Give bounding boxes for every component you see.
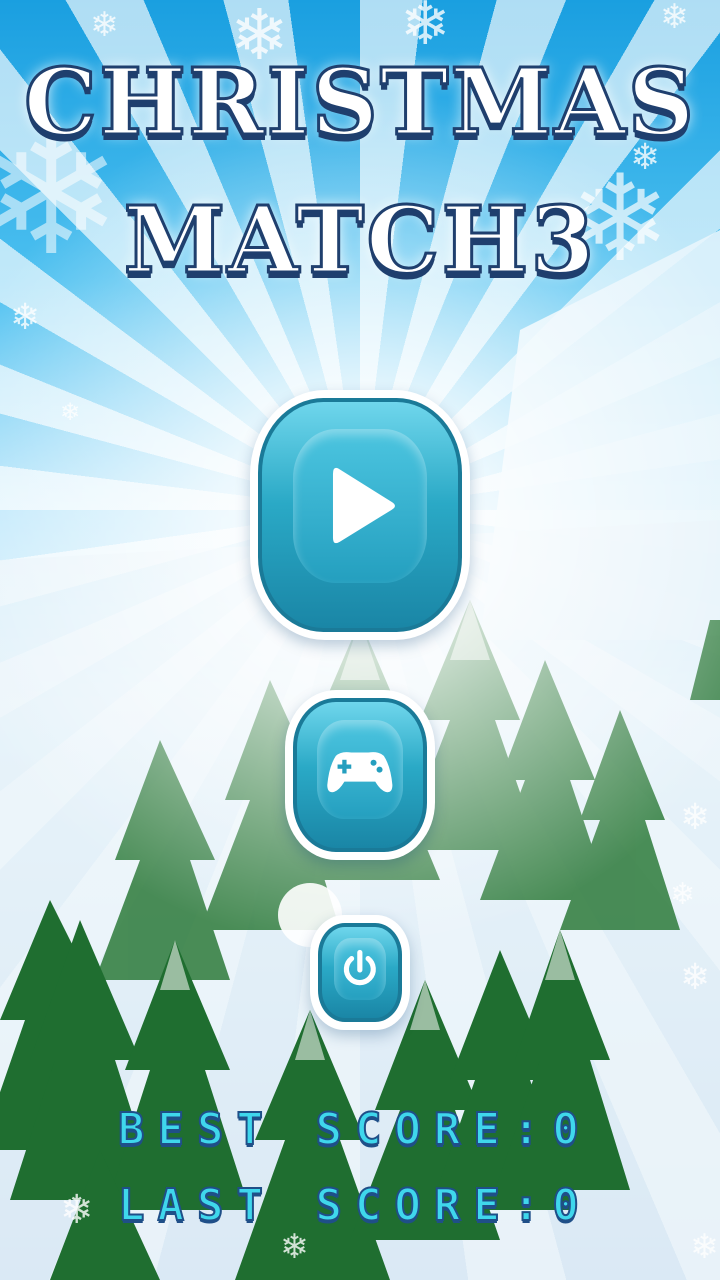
snowflake-icon: ❄ — [680, 957, 711, 998]
play-button-body — [258, 398, 462, 632]
more-games-button-face — [317, 719, 403, 819]
snowflake-icon: ❄ — [280, 1227, 309, 1267]
snowflake-icon: ❄ — [60, 398, 81, 426]
exit-button-face — [334, 937, 386, 1000]
game-title-line1: CHRISTMAS — [22, 47, 697, 158]
snowflake-icon: ❄ — [400, 0, 451, 59]
power-icon — [343, 949, 376, 986]
exit-button-body — [318, 923, 402, 1022]
gamepad-icon — [327, 751, 393, 792]
best-score: BEST SCORE:0 — [117, 1103, 592, 1156]
snowflake-icon: ❄ — [690, 1227, 719, 1267]
exit-button[interactable] — [310, 915, 410, 1030]
game-title-line2: MATCH3 — [122, 185, 597, 296]
last-score: LAST SCORE:0 — [117, 1179, 592, 1232]
snowflake-icon: ❄ — [660, 0, 689, 37]
more-games-button-body — [293, 698, 427, 852]
play-button[interactable] — [250, 390, 470, 640]
snowflake-icon: ❄ — [10, 297, 41, 338]
snowflake-icon: ❄ — [680, 797, 711, 838]
snowflake-icon: ❄ — [670, 877, 696, 912]
snowflake-icon: ❄ — [60, 1187, 94, 1233]
snowflake-icon: ❄ — [90, 5, 119, 45]
play-icon — [333, 467, 396, 544]
play-button-face — [293, 429, 427, 583]
more-games-button[interactable] — [285, 690, 435, 860]
